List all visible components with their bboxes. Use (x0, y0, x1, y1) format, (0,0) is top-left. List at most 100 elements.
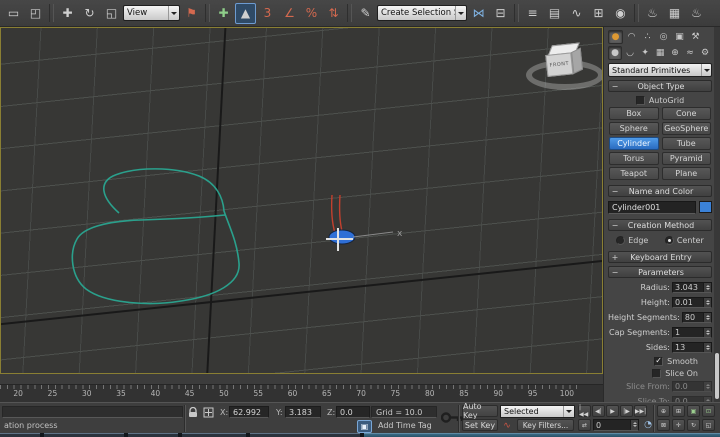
spinner-arrows[interactable] (703, 283, 711, 292)
select-and-manipulate-icon[interactable]: ✚ (213, 3, 234, 24)
smooth-checkbox[interactable] (654, 357, 663, 366)
current-frame-field[interactable]: 0 (593, 419, 639, 431)
primitive-button[interactable]: Tube (662, 137, 712, 150)
chevron-down-icon[interactable] (168, 6, 179, 20)
zoom-region-button[interactable]: ⊠ (657, 419, 670, 431)
taskbar-button[interactable] (182, 433, 246, 437)
primitive-button[interactable]: Plane (662, 167, 712, 180)
viewcube[interactable]: FRONT (524, 38, 603, 100)
taskbar-button[interactable] (250, 433, 360, 437)
default-in-out-tangents-icon[interactable]: ∿ (500, 419, 514, 432)
object-color-swatch[interactable] (699, 201, 712, 213)
chevron-down-icon[interactable] (563, 406, 574, 417)
primitive-category-dropdown[interactable]: Standard Primitives (608, 63, 712, 77)
absolute-offset-mode-icon[interactable] (203, 407, 214, 418)
tab-create[interactable]: ● (608, 30, 623, 44)
spinner-arrows[interactable] (703, 328, 711, 337)
material-editor-icon[interactable]: ◉ (610, 3, 631, 24)
percent-snap-icon[interactable]: % (301, 3, 322, 24)
rectangular-selection-region-icon[interactable]: ▭ (3, 3, 24, 24)
spline-shape[interactable] (72, 169, 239, 304)
category-geometry[interactable]: ● (608, 46, 622, 60)
tab-display[interactable]: ▣ (672, 30, 687, 44)
parameter-field[interactable]: 3.043 (672, 282, 712, 293)
primitive-button[interactable]: Pyramid (662, 152, 712, 165)
category-shapes[interactable]: ◡ (623, 46, 637, 60)
selection-lock-icon[interactable] (188, 407, 198, 418)
window-crossing-toggle-icon[interactable]: ◰ (25, 3, 46, 24)
radio-icon[interactable] (665, 236, 674, 245)
taskbar-button[interactable] (44, 433, 124, 437)
primitive-button[interactable]: Cone (662, 107, 712, 120)
zoom-all-button[interactable]: ⊞ (672, 405, 685, 417)
maximize-viewport-button[interactable]: ◱ (702, 419, 715, 431)
orbit-button[interactable]: ↻ (687, 419, 700, 431)
parameter-field[interactable]: 13 (672, 342, 712, 353)
snaps-toggle-icon[interactable]: ▲ (235, 3, 256, 24)
rollout-header[interactable]: − Name and Color (608, 185, 712, 197)
category-cameras[interactable]: ▦ (653, 46, 667, 60)
rollout-header[interactable]: − Creation Method (608, 219, 712, 231)
panel-scrollbar-thumb[interactable] (715, 353, 719, 399)
creation-method-radio[interactable]: Edge (616, 236, 648, 245)
category-space-warps[interactable]: ≈ (683, 46, 697, 60)
render-setup-icon[interactable]: ♨ (642, 3, 663, 24)
mirror-icon[interactable]: ⋈ (468, 3, 489, 24)
parameter-field[interactable]: 1 (672, 327, 712, 338)
play-button[interactable]: ▶ (606, 405, 619, 417)
primitive-button[interactable]: Sphere (609, 122, 659, 135)
primitive-button[interactable]: Torus (609, 152, 659, 165)
panel-scrollbar[interactable] (714, 27, 720, 402)
rollout-header[interactable]: − Parameters (608, 266, 712, 278)
chevron-down-icon[interactable] (455, 6, 466, 20)
key-filter-set-dropdown[interactable]: Selected (500, 405, 575, 418)
time-slider-track[interactable] (0, 374, 603, 385)
x-coordinate-field[interactable]: 62.992 (229, 406, 269, 418)
perspective-viewport[interactable]: x FRONT (0, 27, 603, 374)
cylinder-object[interactable] (329, 230, 355, 244)
taskbar-button[interactable] (128, 433, 178, 437)
y-coordinate-field[interactable]: 3.183 (285, 406, 321, 418)
category-lights[interactable]: ✦ (638, 46, 652, 60)
tab-hierarchy[interactable]: ∴ (640, 30, 655, 44)
zoom-button[interactable]: ⊕ (657, 405, 670, 417)
viewcube-front-face[interactable]: FRONT (545, 52, 573, 77)
tab-utilities[interactable]: ⚒ (688, 30, 703, 44)
angle-snap-icon[interactable]: ∠ (279, 3, 300, 24)
go-to-end-button[interactable]: ▶▶| (634, 405, 647, 417)
primitive-button[interactable]: Cylinder (609, 137, 659, 150)
edit-named-selection-sets-icon[interactable]: ✎ (355, 3, 376, 24)
creation-method-radio[interactable]: Center (665, 236, 704, 245)
spinner-snap-icon[interactable]: ⇅ (323, 3, 344, 24)
rendered-frame-window-icon[interactable]: ▦ (664, 3, 685, 24)
set-key-button[interactable]: Set Key (462, 419, 498, 431)
viewcube-cube[interactable]: FRONT (548, 42, 583, 79)
taskbar-button[interactable] (0, 433, 40, 437)
next-frame-button[interactable]: |▶ (620, 405, 633, 417)
rollout-header[interactable]: − Object Type (608, 80, 712, 92)
use-pivot-point-center-icon[interactable]: ⚑ (181, 3, 202, 24)
spinner-arrows[interactable] (703, 313, 711, 322)
select-and-rotate-icon[interactable]: ↻ (79, 3, 100, 24)
named-selection-set-dropdown[interactable]: Create Selection Se (377, 3, 467, 24)
add-time-tag[interactable]: Add Time Tag (378, 421, 432, 430)
schematic-view-icon[interactable]: ⊞ (588, 3, 609, 24)
ribbon-toggle-icon[interactable]: ▤ (544, 3, 565, 24)
chevron-down-icon[interactable] (701, 64, 711, 76)
isolate-selection-icon[interactable]: ▣ (357, 420, 372, 433)
category-systems[interactable]: ⚙ (698, 46, 712, 60)
key-mode-toggle[interactable]: ⇄ (578, 419, 591, 431)
object-name-field[interactable]: Cylinder001 (608, 201, 696, 214)
zoom-extents-button[interactable]: ▣ (687, 405, 700, 417)
pan-button[interactable]: ✛ (672, 419, 685, 431)
layer-manager-icon[interactable]: ≡ (522, 3, 543, 24)
reference-coordinate-system-dropdown[interactable]: View (123, 3, 180, 24)
parameter-field[interactable]: 0.01 (672, 297, 712, 308)
autogrid-checkbox[interactable] (636, 96, 645, 105)
primitive-button[interactable]: GeoSphere (662, 122, 712, 135)
previous-frame-button[interactable]: ◀| (592, 405, 605, 417)
radio-icon[interactable] (616, 236, 625, 245)
rollout-header[interactable]: + Keyboard Entry (608, 251, 712, 263)
go-to-start-button[interactable]: |◀◀ (578, 405, 591, 417)
key-filters-button[interactable]: Key Filters... (517, 419, 574, 431)
